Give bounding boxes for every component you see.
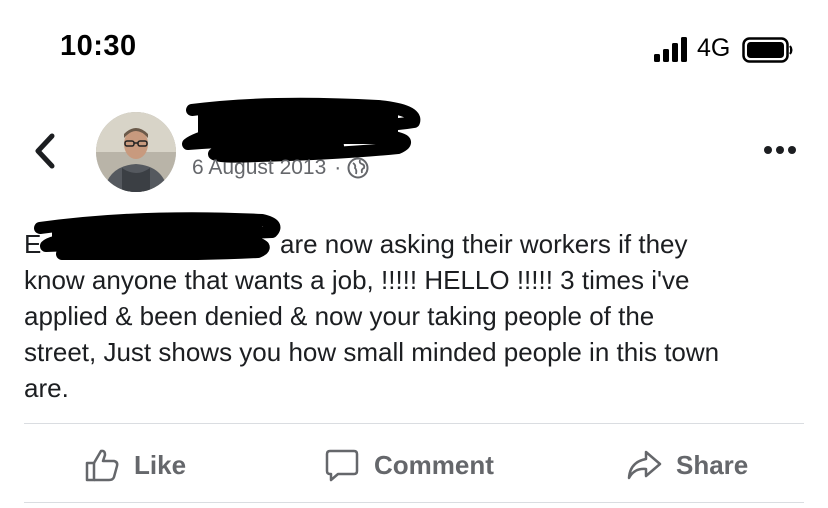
comment-icon bbox=[325, 449, 359, 482]
meta-separator: · bbox=[334, 156, 342, 179]
share-label: Share bbox=[676, 449, 749, 480]
profile-photo bbox=[96, 112, 176, 192]
network-type: 4G bbox=[697, 34, 731, 62]
globe-icon bbox=[347, 157, 369, 179]
comment-button[interactable]: Comment bbox=[324, 440, 494, 490]
divider bbox=[24, 423, 804, 424]
thumbs-up-icon bbox=[85, 449, 119, 482]
share-button[interactable]: Share bbox=[626, 440, 748, 490]
text-redaction bbox=[34, 212, 281, 260]
back-chevron-icon[interactable] bbox=[30, 130, 62, 172]
comment-label: Comment bbox=[374, 449, 494, 480]
like-button[interactable]: Like bbox=[84, 440, 186, 490]
avatar[interactable] bbox=[96, 112, 176, 192]
signal-strength-icon bbox=[654, 37, 687, 62]
divider bbox=[24, 502, 804, 503]
like-label: Like bbox=[134, 449, 187, 480]
battery-icon bbox=[742, 37, 793, 63]
status-bar: 10:30 4G bbox=[0, 0, 828, 100]
post-meta: 6 August 2013 · bbox=[192, 156, 369, 180]
more-options-icon[interactable] bbox=[762, 140, 798, 160]
post-date[interactable]: 6 August 2013 bbox=[192, 156, 326, 180]
share-arrow-icon bbox=[627, 450, 662, 480]
status-time: 10:30 bbox=[60, 30, 137, 62]
